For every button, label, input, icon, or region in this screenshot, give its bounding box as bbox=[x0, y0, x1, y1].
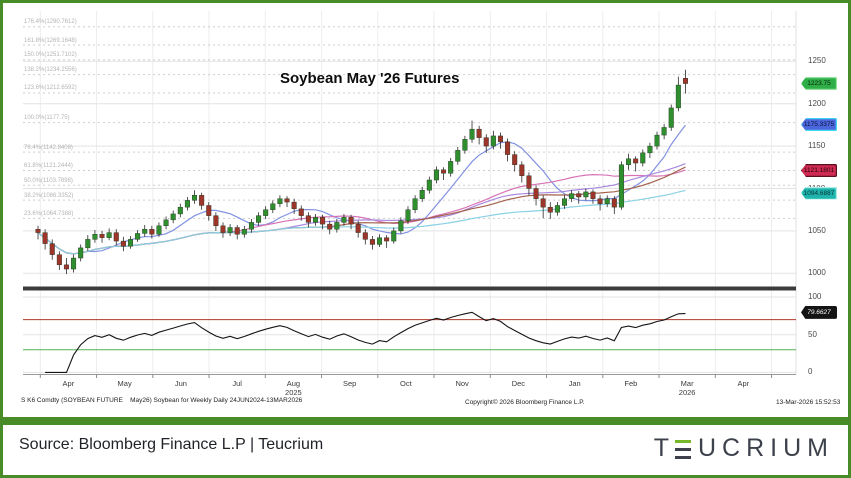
logo-e-bar-mid bbox=[675, 447, 691, 452]
rsi-value-label: 79.6627 bbox=[801, 305, 837, 319]
last-price-label: 1223.75 bbox=[801, 77, 837, 91]
ma-fast-price-label: 1175.3375 bbox=[801, 118, 837, 132]
ma-mid-price-label: 1121.1801 bbox=[801, 164, 837, 178]
chart-title: Soybean May '26 Futures bbox=[280, 70, 460, 87]
timestamp: 13-Mar-2026 15:52:53 bbox=[776, 399, 841, 406]
bloomberg-chart-export: Soybean May '26 Futures 176.4%(1290.7612… bbox=[0, 0, 851, 478]
copyright-text: Copyright© 2026 Bloomberg Finance L.P. bbox=[465, 399, 585, 406]
green-divider bbox=[3, 417, 848, 425]
logo-letter-t: T bbox=[653, 434, 675, 462]
teucrium-logo: T UCRIUM bbox=[654, 434, 834, 463]
source-bar: Source: Bloomberg Finance L.P | Teucrium… bbox=[3, 425, 848, 475]
ticker-description: S K6 Comdty (SOYBEAN FUTURE May26) Soybe… bbox=[21, 397, 303, 404]
source-attribution: Source: Bloomberg Finance L.P | Teucrium bbox=[19, 436, 324, 453]
logo-e-bar-bottom bbox=[675, 455, 691, 459]
logo-letters-ucrium: UCRIUM bbox=[698, 434, 834, 462]
logo-e-bars-icon bbox=[675, 440, 691, 459]
ma-slow-price-label: 1094.6887 bbox=[801, 186, 837, 200]
logo-e-bar-top bbox=[675, 440, 691, 444]
